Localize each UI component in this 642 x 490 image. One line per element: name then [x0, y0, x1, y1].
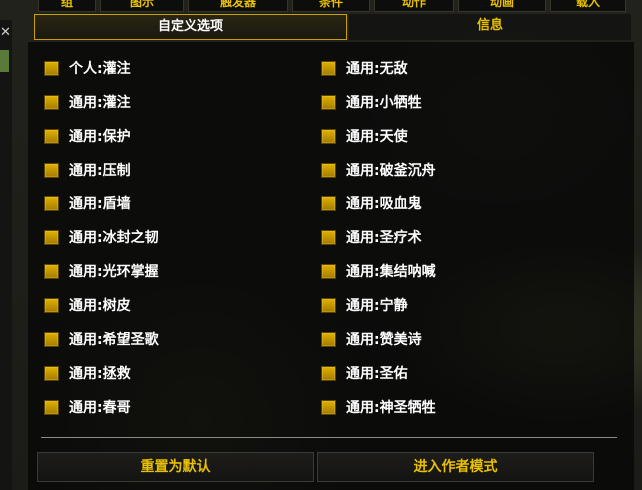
option-toggle[interactable]: 通用:圣佑 — [321, 363, 408, 383]
option-toggle[interactable]: 通用:压制 — [44, 160, 131, 180]
option-toggle[interactable]: 个人:灌注 — [44, 58, 131, 78]
option-toggle[interactable]: 通用:集结呐喊 — [321, 261, 436, 281]
checkbox-checked[interactable] — [321, 195, 336, 211]
checkbox-checked[interactable] — [321, 365, 336, 381]
tab-custom-options[interactable]: 自定义选项 — [34, 14, 347, 40]
checkbox-checked[interactable] — [44, 195, 59, 211]
enter-author-mode-button[interactable]: 进入作者模式 — [317, 452, 594, 482]
option-label: 通用:灌注 — [69, 95, 131, 111]
option-label: 通用:压制 — [69, 163, 131, 179]
tab-animations[interactable]: 动画 — [458, 0, 546, 12]
option-label: 通用:赞美诗 — [346, 332, 422, 348]
option-label: 通用:无敌 — [346, 61, 408, 77]
checkbox-checked[interactable] — [44, 128, 59, 144]
option-toggle[interactable]: 通用:赞美诗 — [321, 329, 422, 349]
top-tab-bar: 组 图示 触发器 条件 动作 动画 载入 — [0, 0, 642, 12]
checkbox-checked[interactable] — [44, 263, 59, 279]
option-label: 通用:春哥 — [69, 400, 131, 416]
option-label: 通用:圣佑 — [346, 366, 408, 382]
option-label: 通用:神圣牺牲 — [346, 400, 436, 416]
option-toggle[interactable]: 通用:树皮 — [44, 295, 131, 315]
option-toggle[interactable]: 通用:宁静 — [321, 295, 408, 315]
checkbox-checked[interactable] — [44, 331, 59, 347]
tab-trigger[interactable]: 触发器 — [188, 0, 288, 12]
checkbox-checked[interactable] — [44, 297, 59, 313]
option-toggle[interactable]: 通用:希望圣歌 — [44, 329, 159, 349]
checkbox-checked[interactable] — [321, 94, 336, 110]
option-toggle[interactable]: 通用:冰封之韧 — [44, 227, 159, 247]
option-toggle[interactable]: 通用:吸血鬼 — [321, 193, 422, 213]
option-label: 通用:宁静 — [346, 298, 408, 314]
option-label: 通用:圣疗术 — [346, 230, 422, 246]
option-label: 通用:冰封之韧 — [69, 230, 159, 246]
option-toggle[interactable]: 通用:神圣牺牲 — [321, 397, 436, 417]
side-indicator — [0, 50, 9, 72]
option-label: 通用:集结呐喊 — [346, 264, 436, 280]
option-toggle[interactable]: 通用:圣疗术 — [321, 227, 422, 247]
tab-info[interactable]: 信息 — [349, 14, 631, 40]
checkbox-checked[interactable] — [44, 365, 59, 381]
option-toggle[interactable]: 通用:春哥 — [44, 397, 131, 417]
checkbox-checked[interactable] — [44, 399, 59, 415]
tab-display[interactable]: 图示 — [100, 0, 184, 12]
checkbox-checked[interactable] — [321, 162, 336, 178]
left-edge-strip — [0, 20, 12, 490]
tab-conditions[interactable]: 条件 — [292, 0, 370, 12]
option-label: 通用:光环掌握 — [69, 264, 159, 280]
tab-group[interactable]: 组 — [38, 0, 96, 12]
checkbox-checked[interactable] — [321, 263, 336, 279]
checkbox-checked[interactable] — [44, 94, 59, 110]
option-toggle[interactable]: 通用:破釜沉舟 — [321, 160, 436, 180]
option-toggle[interactable]: 通用:盾墙 — [44, 193, 131, 213]
option-toggle[interactable]: 通用:天使 — [321, 126, 408, 146]
option-label: 通用:希望圣歌 — [69, 332, 159, 348]
checkbox-checked[interactable] — [321, 331, 336, 347]
checkbox-checked[interactable] — [44, 60, 59, 76]
option-toggle[interactable]: 通用:灌注 — [44, 92, 131, 112]
checkbox-checked[interactable] — [321, 297, 336, 313]
option-label: 通用:保护 — [69, 129, 131, 145]
checkbox-checked[interactable] — [321, 399, 336, 415]
option-label: 通用:树皮 — [69, 298, 131, 314]
option-label: 通用:拯救 — [69, 366, 131, 382]
reset-default-button[interactable]: 重置为默认 — [37, 452, 314, 482]
option-label: 通用:破釜沉舟 — [346, 163, 436, 179]
option-label: 通用:小牺牲 — [346, 95, 422, 111]
tab-actions[interactable]: 动作 — [374, 0, 454, 12]
option-toggle[interactable]: 通用:光环掌握 — [44, 261, 159, 281]
tab-load[interactable]: 载入 — [550, 0, 626, 12]
option-label: 通用:吸血鬼 — [346, 196, 422, 212]
checkbox-checked[interactable] — [321, 128, 336, 144]
option-toggle[interactable]: 通用:保护 — [44, 126, 131, 146]
option-label: 个人:灌注 — [69, 61, 131, 77]
option-label: 通用:盾墙 — [69, 196, 131, 212]
checkbox-checked[interactable] — [321, 229, 336, 245]
divider — [41, 437, 617, 438]
close-icon[interactable]: ✕ — [0, 26, 11, 40]
option-label: 通用:天使 — [346, 129, 408, 145]
checkbox-checked[interactable] — [44, 229, 59, 245]
option-toggle[interactable]: 通用:无敌 — [321, 58, 408, 78]
option-toggle[interactable]: 通用:拯救 — [44, 363, 131, 383]
checkbox-checked[interactable] — [44, 162, 59, 178]
option-toggle[interactable]: 通用:小牺牲 — [321, 92, 422, 112]
checkbox-checked[interactable] — [321, 60, 336, 76]
